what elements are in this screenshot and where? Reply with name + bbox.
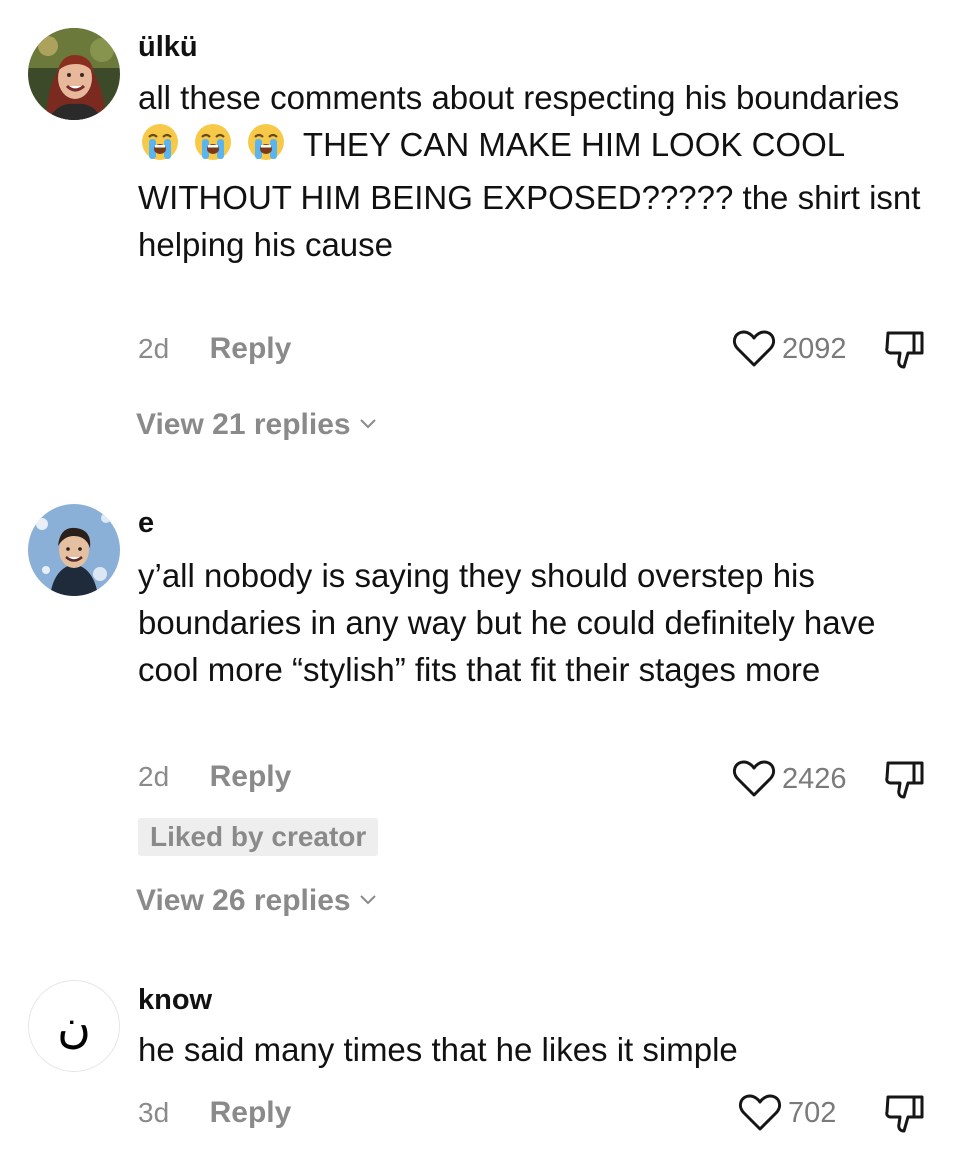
avatar[interactable]: ن [28, 980, 120, 1072]
comment-text: he said many times that he likes it simp… [138, 1031, 738, 1068]
heart-outline-icon[interactable] [738, 1093, 782, 1133]
comment-meta: 3d Reply [138, 1093, 291, 1133]
like-count: 702 [788, 1096, 837, 1129]
like-control[interactable]: 702 [738, 1091, 836, 1135]
reply-button[interactable]: Reply [210, 1093, 292, 1133]
comment-item: ن know he said many times that he likes … [0, 0, 960, 1157]
thumbs-down-outline-icon[interactable] [884, 1091, 928, 1135]
comment-username[interactable]: know [138, 983, 212, 1017]
comment-age: 3d [138, 1097, 170, 1128]
avatar-glyph: ن [57, 999, 91, 1053]
